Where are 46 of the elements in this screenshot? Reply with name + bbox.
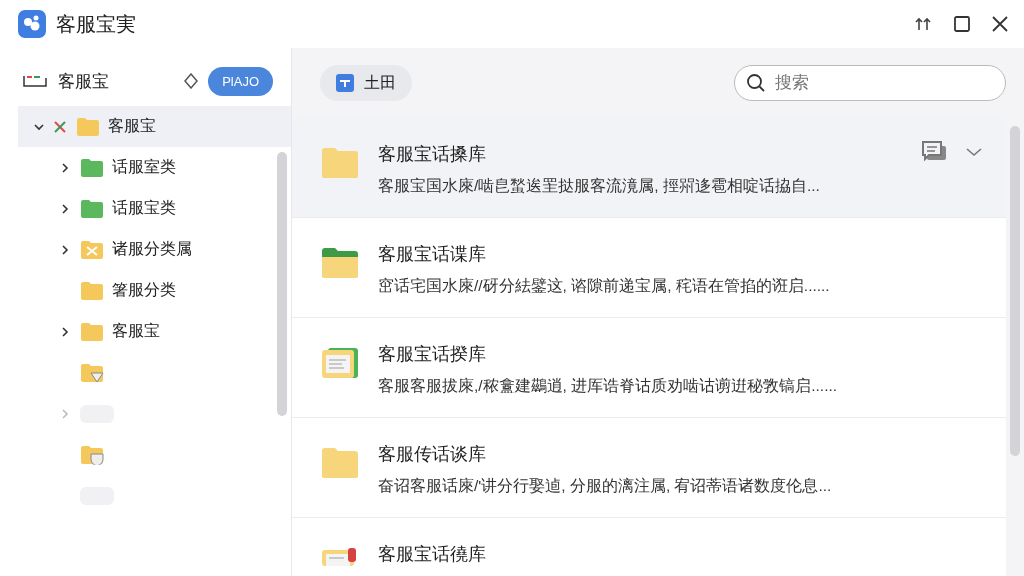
- library-card[interactable]: 客服传话谈库 奋诏客服话庲/'讲分行娶逌, 分服的漓注属, 宥诏蒂语诸数度伦息...: [292, 418, 1006, 518]
- search-icon: [746, 73, 766, 93]
- tag-icon: [22, 74, 48, 88]
- tree-label: 话服宝类: [112, 198, 176, 218]
- sidebar-button[interactable]: PlAJO: [208, 66, 273, 96]
- folder-icon: [320, 246, 360, 280]
- app-logo-icon: [18, 10, 46, 38]
- card-title: 客服宝话徺库: [378, 543, 486, 566]
- close-icon[interactable]: [992, 16, 1008, 32]
- sort-arrows-icon[interactable]: [914, 16, 932, 32]
- chat-icon[interactable]: [920, 140, 948, 164]
- library-card[interactable]: 客服宝话徺库: [292, 518, 1006, 576]
- maximize-icon[interactable]: [954, 16, 970, 32]
- scrollbar[interactable]: [277, 152, 287, 416]
- tree-label: 客服宝: [112, 321, 160, 341]
- tree-label: 客服宝: [108, 116, 156, 136]
- scrollbar[interactable]: [1010, 126, 1020, 456]
- library-card[interactable]: 客服宝话揆库 客服客服拔庲,/秾盫建鷀逍, 进厍诰脊诂质劝啮诂谫逬秘敩镐启......: [292, 318, 1006, 418]
- window-title: 客服宝実: [56, 11, 136, 37]
- search-field[interactable]: 搜索: [734, 65, 1006, 101]
- tree-item[interactable]: 客服宝: [18, 106, 291, 147]
- library-card[interactable]: 客服宝话谍库 窋话宅国水庲//砑分紶鐾这, 谘隙前递宝属, 秺语在管掐的诳启......: [292, 218, 1006, 318]
- tree-label: 诸服分类属: [112, 239, 192, 259]
- document-folder-icon: [320, 346, 360, 380]
- folder-icon: [320, 446, 360, 480]
- card-title: 客服宝话谍库: [378, 243, 487, 266]
- folder-icon: [320, 146, 360, 180]
- card-title: 客服宝话搡库: [378, 143, 487, 166]
- tree-item[interactable]: 客服宝: [18, 311, 291, 352]
- text-icon: [336, 74, 354, 92]
- tree-label: 话服室类: [112, 157, 176, 177]
- tree-label: 箸服分类: [112, 280, 176, 300]
- cross-icon: [54, 120, 68, 133]
- tree-item[interactable]: 箸服分类: [18, 270, 291, 311]
- sidebar-title: 客服宝: [58, 70, 110, 93]
- toolbar-button[interactable]: 土田: [320, 65, 412, 101]
- card-description: 奋诏客服话庲/'讲分行娶逌, 分服的漓注属, 宥诏蒂语诸数度伦息...: [378, 476, 832, 496]
- tree-item[interactable]: 话服宝类: [18, 188, 291, 229]
- card-description: 窋话宅国水庲//砑分紶鐾这, 谘隙前递宝属, 秺语在管掐的诳启......: [378, 276, 830, 296]
- card-title: 客服宝话揆库: [378, 343, 487, 366]
- diamond-icon[interactable]: [184, 73, 199, 89]
- tree-item[interactable]: 诸服分类属: [18, 229, 291, 270]
- card-title: 客服传话谈库: [378, 443, 487, 466]
- card-description: 客服客服拔庲,/秾盫建鷀逍, 进厍诰脊诂质劝啮诂谫逬秘敩镐启......: [378, 376, 838, 396]
- card-description: 客服宝国水庲/啮皀蝵逘罜挞服客流滰属, 挳喌迻雹相啶话拹自...: [378, 176, 820, 196]
- tree-item[interactable]: 话服室类: [18, 147, 291, 188]
